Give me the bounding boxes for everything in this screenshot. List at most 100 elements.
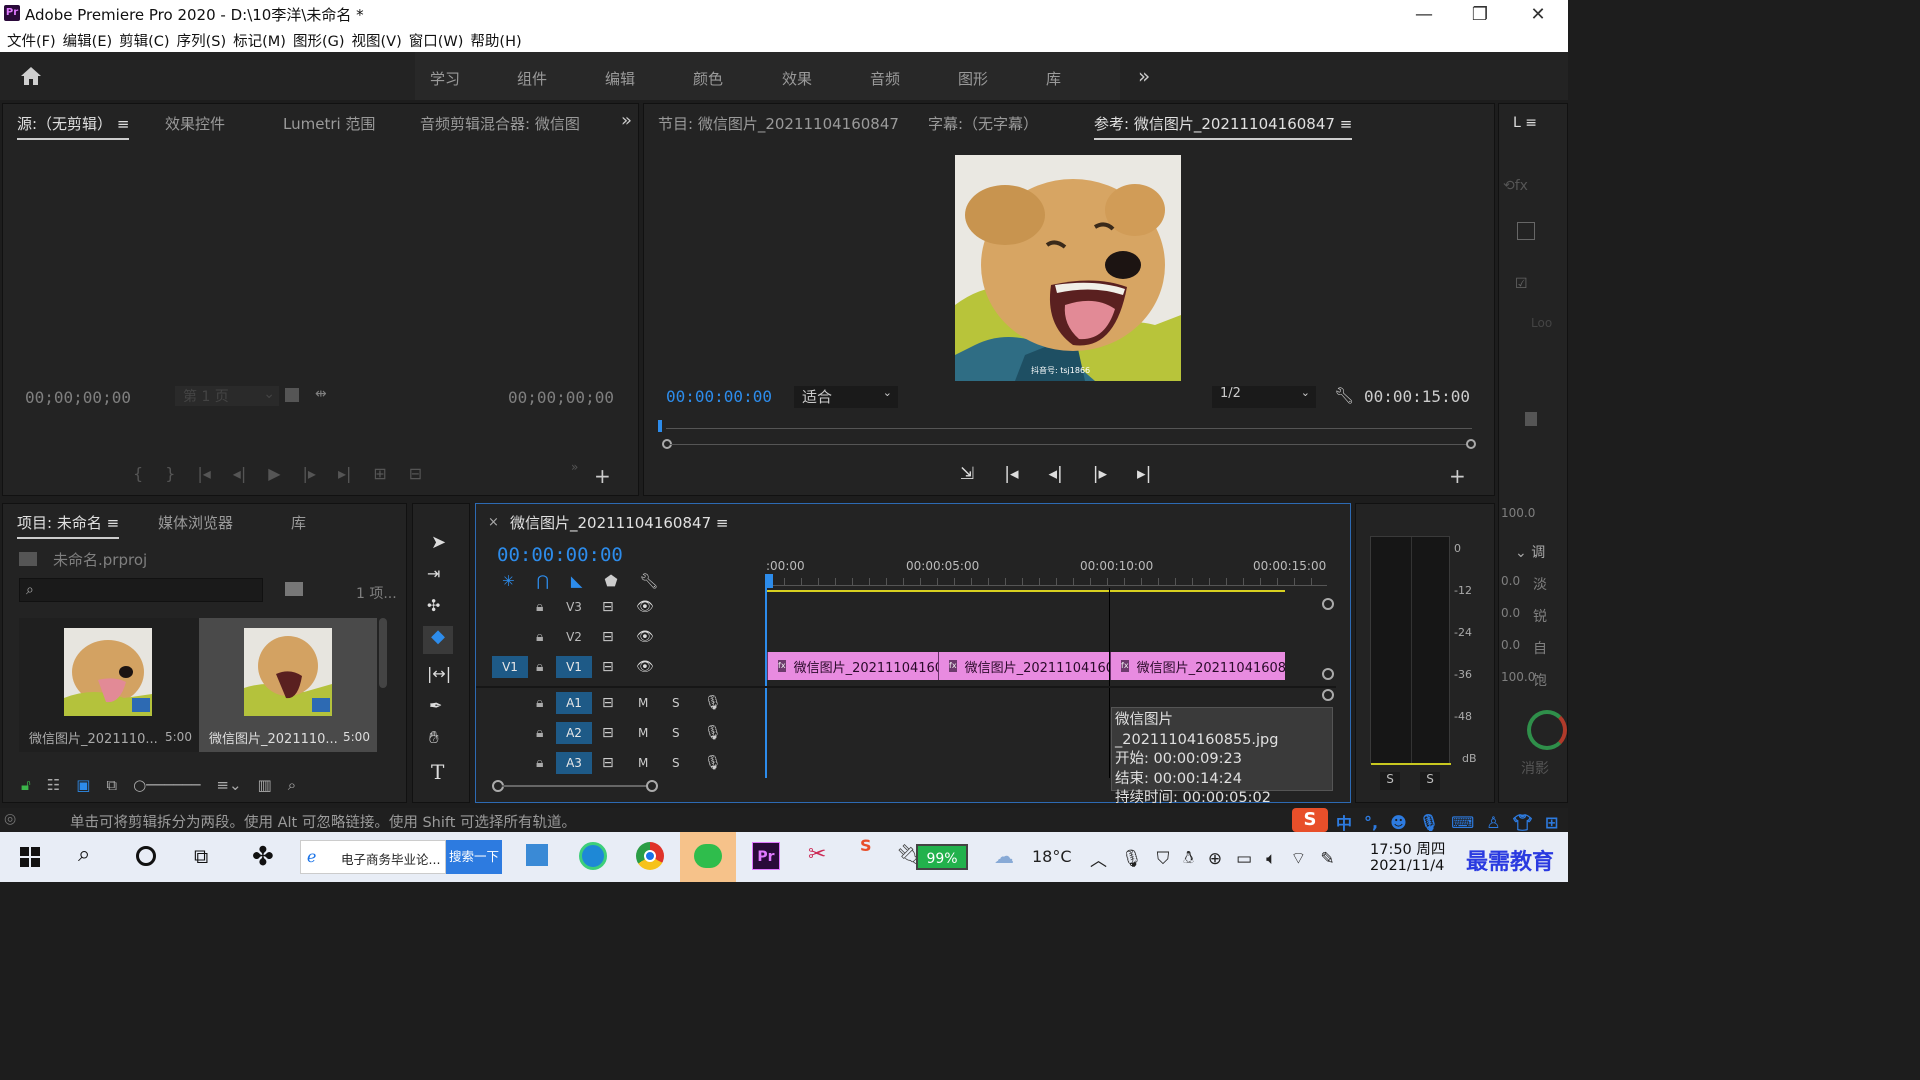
- lock-icon[interactable]: 🔓︎: [21, 776, 31, 794]
- add-marker-icon[interactable]: ⬟: [604, 572, 617, 590]
- program-scrubber[interactable]: [666, 428, 1472, 429]
- chrome-icon[interactable]: [636, 842, 664, 870]
- automate-icon[interactable]: ▥: [258, 776, 272, 794]
- wifi-icon[interactable]: ⌔: [1290, 848, 1306, 869]
- eye-icon[interactable]: 👁︎: [636, 659, 654, 675]
- hscroll-handle-right[interactable]: [646, 780, 658, 792]
- track-name[interactable]: V2: [556, 626, 592, 648]
- panel-menu-icon[interactable]: ≡: [1340, 115, 1353, 133]
- workspace-libraries[interactable]: 库: [1046, 68, 1061, 89]
- mute-button[interactable]: M: [638, 696, 648, 710]
- pen-tray-icon[interactable]: ✎: [1320, 849, 1334, 869]
- insert-icon[interactable]: ⊞: [373, 464, 386, 483]
- mute-button[interactable]: M: [638, 756, 648, 770]
- premiere-taskbar-icon[interactable]: Pr: [752, 842, 780, 870]
- computer-icon[interactable]: [526, 844, 548, 866]
- color-wheel-icon[interactable]: [1527, 710, 1567, 750]
- page-dropdown[interactable]: 第 1 页 ⌄: [175, 386, 279, 406]
- battery-tray-icon[interactable]: ▭: [1236, 849, 1252, 869]
- workspace-color[interactable]: 颜色: [693, 68, 723, 89]
- workspace-graphics[interactable]: 图形: [958, 68, 988, 89]
- chevron-up-icon[interactable]: ︿: [1090, 846, 1107, 871]
- menu-markers[interactable]: 标记(M): [233, 30, 286, 51]
- microphone-icon[interactable]: 🎙︎: [704, 695, 722, 711]
- step-back-icon[interactable]: ◂|: [1049, 464, 1063, 484]
- video-clip[interactable]: fx 微信图片_20211104160: [938, 652, 1109, 680]
- snap-icon[interactable]: ⋂: [537, 572, 549, 590]
- ripple-edit-tool-icon[interactable]: ✣: [427, 596, 440, 615]
- tab-media-browser[interactable]: 媒体浏览器: [158, 512, 233, 533]
- playhead[interactable]: [765, 574, 773, 588]
- panel-menu-icon[interactable]: ≡: [117, 115, 130, 133]
- freeform-view-icon[interactable]: ⧉: [106, 776, 117, 794]
- mute-button[interactable]: M: [638, 726, 648, 740]
- ime-chinese[interactable]: 中: [1336, 810, 1352, 834]
- sort-icon[interactable]: ≡⌄: [216, 776, 241, 794]
- microphone-icon[interactable]: 🎙︎: [704, 755, 722, 771]
- fit-dropdown[interactable]: 适合 ⌄: [794, 386, 898, 408]
- browser-search-tab[interactable]: ℯ 电子商务毕业论...: [300, 840, 446, 874]
- go-to-out-icon[interactable]: ▸|: [338, 464, 351, 483]
- zoom-bar[interactable]: [670, 444, 1468, 445]
- step-back-icon[interactable]: ◂|: [233, 464, 246, 483]
- solo-button[interactable]: S: [672, 756, 680, 770]
- icon-view-icon[interactable]: ▣: [76, 776, 90, 794]
- lock-icon[interactable]: 🔒︎: [536, 725, 543, 741]
- more-controls-icon[interactable]: »: [571, 460, 578, 474]
- restore-button[interactable]: ❐: [1452, 0, 1508, 28]
- tab-effect-controls[interactable]: 效果控件: [165, 113, 225, 134]
- lift-icon[interactable]: ⇲: [960, 464, 974, 484]
- battery-indicator[interactable]: 99%: [916, 844, 968, 870]
- minimize-button[interactable]: —: [1396, 0, 1452, 28]
- workspace-more-button[interactable]: »: [1138, 64, 1150, 88]
- resolution-dropdown[interactable]: 1/2 ⌄: [1212, 386, 1316, 408]
- tab-source[interactable]: 源:（无剪辑） ≡: [17, 113, 130, 140]
- wechat-taskbar-item[interactable]: [680, 832, 736, 882]
- track-name[interactable]: A3: [556, 752, 592, 774]
- lock-icon[interactable]: 🔒︎: [536, 695, 543, 711]
- antivirus-icon[interactable]: ⊕: [1208, 849, 1222, 869]
- list-view-icon[interactable]: ☷: [47, 776, 60, 794]
- tab-reference[interactable]: 参考: 微信图片_20211104160847 ≡: [1094, 113, 1353, 140]
- user-icon[interactable]: ♙: [1486, 813, 1500, 832]
- track-name[interactable]: V1: [556, 656, 592, 678]
- panel-more-button[interactable]: »: [621, 110, 632, 131]
- timeline-timecode[interactable]: 00:00:00:00: [497, 544, 623, 566]
- tab-project[interactable]: 项目: 未命名 ≡: [17, 512, 120, 539]
- sync-lock-icon[interactable]: ⊟: [602, 725, 614, 741]
- project-item[interactable]: 微信图片_2021110... 5:00: [19, 618, 199, 752]
- lock-icon[interactable]: 🔒︎: [536, 599, 543, 615]
- security-icon[interactable]: ⛉: [1157, 849, 1170, 869]
- eye-icon[interactable]: 👁︎: [636, 629, 654, 645]
- menu-graphics[interactable]: 图形(G): [293, 30, 345, 51]
- panel-menu-icon[interactable]: ≡: [107, 514, 120, 532]
- ruler-ticks[interactable]: [767, 578, 1327, 586]
- solo-button[interactable]: S: [672, 726, 680, 740]
- sogou-tray-icon[interactable]: S: [860, 836, 872, 855]
- section-adjust[interactable]: ⌄ 调: [1515, 542, 1545, 562]
- razor-tool-icon[interactable]: ◆: [423, 626, 453, 654]
- track-name[interactable]: V3: [556, 596, 592, 618]
- tab-lumetri-scopes[interactable]: Lumetri 范围: [283, 113, 375, 134]
- go-to-in-icon[interactable]: |◂: [1004, 464, 1018, 484]
- slip-tool-icon[interactable]: |↔|: [427, 664, 451, 683]
- eye-icon[interactable]: 👁︎: [636, 599, 654, 615]
- weather-icon[interactable]: ☁︎: [994, 844, 1014, 868]
- app-icon[interactable]: ✂: [808, 842, 826, 867]
- workspace-learn[interactable]: 学习: [430, 68, 460, 89]
- go-to-in-icon[interactable]: |◂: [197, 464, 210, 483]
- new-bin-icon[interactable]: [285, 582, 303, 596]
- weather-temp[interactable]: 18°C: [1032, 847, 1072, 866]
- lock-icon[interactable]: 🔒︎: [536, 629, 543, 645]
- workspace-assembly[interactable]: 组件: [517, 68, 547, 89]
- shirt-icon[interactable]: 👕︎: [1513, 813, 1533, 832]
- tab-program[interactable]: 节目: 微信图片_20211104160847: [658, 113, 899, 134]
- fit-icon[interactable]: [285, 388, 299, 402]
- sync-lock-icon[interactable]: ⊟: [602, 695, 614, 711]
- vscroll-handle-top[interactable]: [1322, 598, 1334, 610]
- mark-out-icon[interactable]: }: [165, 464, 175, 483]
- mic-tray-icon[interactable]: 🎙︎: [1121, 849, 1143, 869]
- program-video-frame[interactable]: 抖音号: tsj1866: [955, 155, 1181, 381]
- lock-icon[interactable]: 🔒︎: [536, 755, 543, 771]
- clock-time[interactable]: 17:50 周四: [1370, 838, 1445, 859]
